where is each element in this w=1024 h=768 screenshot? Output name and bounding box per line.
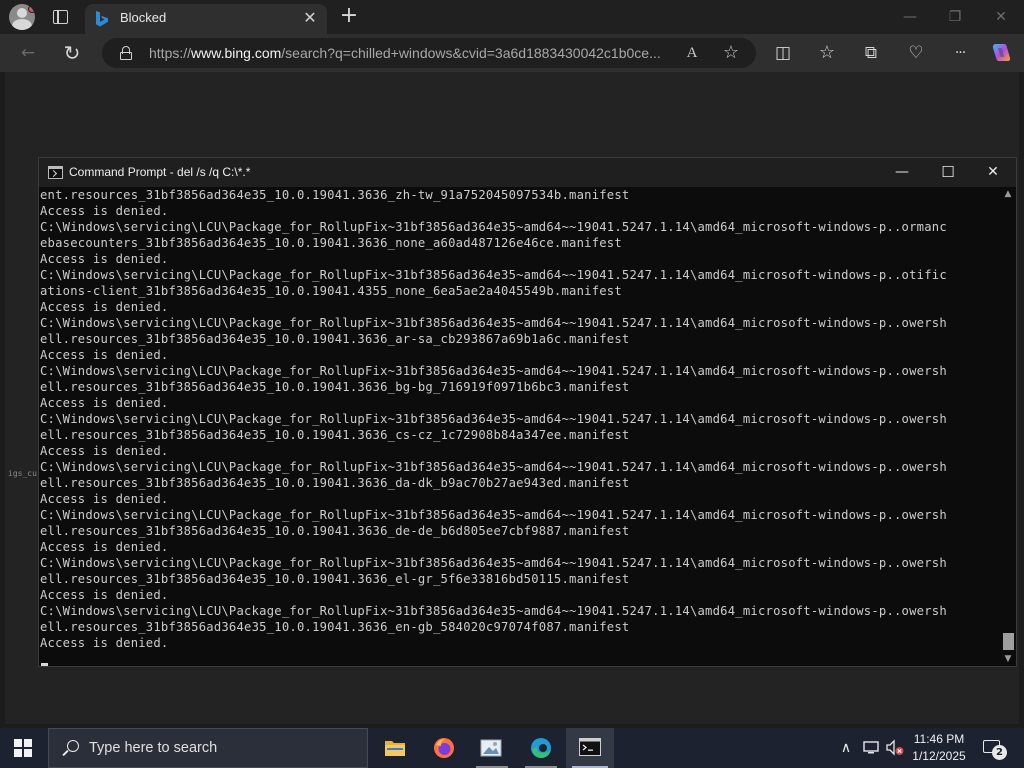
notification-count-badge: 2: [992, 745, 1007, 760]
edge-icon: [531, 738, 551, 758]
cmd-output-line: Access is denied.: [40, 444, 169, 458]
url-text[interactable]: https://www.bing.com/search?q=chilled+wi…: [149, 45, 669, 61]
cmd-output-line: Access is denied.: [40, 492, 169, 506]
cmd-icon: [48, 166, 63, 179]
new-tab-button[interactable]: +: [338, 5, 360, 28]
folder-icon: [385, 741, 405, 756]
cmd-output-line: Access is denied.: [40, 348, 169, 362]
taskbar-file-explorer[interactable]: [371, 728, 419, 768]
window-restore-button[interactable]: ❐: [941, 5, 969, 29]
tab-blocked[interactable]: Blocked ✕: [85, 4, 327, 34]
cmd-output-line: C:\Windows\servicing\LCU\Package_for_Rol…: [40, 508, 947, 522]
url-host: www.bing.com: [191, 45, 282, 61]
favorites-icon[interactable]: ☆: [816, 42, 838, 64]
lock-icon[interactable]: [120, 46, 132, 60]
cmd-output-line: C:\Windows\servicing\LCU\Package_for_Rol…: [40, 268, 947, 282]
taskbar-command-prompt[interactable]: [566, 728, 614, 768]
text-cursor: [41, 663, 48, 666]
cmd-output-line: C:\Windows\servicing\LCU\Package_for_Rol…: [40, 316, 947, 330]
url-prefix: https://: [149, 45, 192, 61]
more-options-icon[interactable]: ···: [949, 42, 971, 64]
window-minimize-button[interactable]: —: [896, 5, 924, 29]
cmd-output-line: Access is denied.: [40, 252, 169, 266]
cmd-output-line: ell.resources_31bf3856ad364e35_10.0.1904…: [40, 428, 630, 442]
cmd-output-line: ell.resources_31bf3856ad364e35_10.0.1904…: [40, 572, 630, 586]
cmd-output-line: C:\Windows\servicing\LCU\Package_for_Rol…: [40, 220, 947, 234]
scroll-up-icon[interactable]: ▲: [1000, 187, 1016, 201]
bing-icon: [96, 11, 108, 27]
command-prompt-window[interactable]: Command Prompt - del /s /q C:\*.* — ☐ ✕ …: [38, 157, 1017, 667]
profile-avatar[interactable]: [9, 4, 35, 30]
split-screen-icon[interactable]: ◫: [772, 42, 794, 64]
cmd-output-line: ell.resources_31bf3856ad364e35_10.0.1904…: [40, 620, 630, 634]
taskbar-search-box[interactable]: Type here to search: [48, 728, 368, 768]
cmd-title: Command Prompt - del /s /q C:\*.*: [69, 165, 251, 179]
show-hidden-icons-chevron[interactable]: ∧: [838, 740, 854, 756]
browser-titlebar: Blocked ✕ + — ❐ ✕: [0, 0, 1024, 34]
cmd-output-line: C:\Windows\servicing\LCU\Package_for_Rol…: [40, 460, 947, 474]
clock-time: 11:46 PM: [913, 732, 965, 746]
cmd-output-line: Access is denied.: [40, 300, 169, 314]
cmd-output[interactable]: ent.resources_31bf3856ad364e35_10.0.1904…: [39, 187, 1000, 666]
refresh-icon[interactable]: ↻: [61, 42, 83, 64]
cmd-output-line: Access is denied.: [40, 636, 169, 650]
profile-status-dot: [28, 5, 35, 13]
cmd-output-line: ell.resources_31bf3856ad364e35_10.0.1904…: [40, 476, 630, 490]
taskbar: Type here to search ∧ 11:46 PM 1/12/2025…: [0, 728, 1024, 768]
copilot-icon[interactable]: [990, 42, 1012, 64]
cmd-output-line: Access is denied.: [40, 204, 169, 218]
cmd-output-line: ell.resources_31bf3856ad364e35_10.0.1904…: [40, 380, 630, 394]
cmd-titlebar[interactable]: Command Prompt - del /s /q C:\*.* — ☐ ✕: [39, 158, 1016, 187]
tab-close-icon[interactable]: ✕: [301, 9, 319, 27]
cmd-output-line: C:\Windows\servicing\LCU\Package_for_Rol…: [40, 412, 947, 426]
scroll-down-icon[interactable]: ▼: [1000, 652, 1016, 666]
browser-toolbar: ← ↻ https://www.bing.com/search?q=chille…: [0, 34, 1024, 72]
photos-app-icon: [480, 739, 502, 757]
cmd-output-line: ell.resources_31bf3856ad364e35_10.0.1904…: [40, 524, 630, 538]
tab-title: Blocked: [120, 10, 167, 25]
search-icon: [61, 740, 79, 758]
collections-icon[interactable]: ⧉: [860, 42, 882, 64]
address-bar[interactable]: https://www.bing.com/search?q=chilled+wi…: [102, 38, 756, 68]
network-icon[interactable]: [862, 740, 880, 756]
cmd-output-line: ebasecounters_31bf3856ad364e35_10.0.1904…: [40, 236, 622, 250]
notification-center-icon[interactable]: 2: [983, 739, 1007, 760]
taskbar-photos[interactable]: [468, 728, 516, 768]
cmd-output-line: C:\Windows\servicing\LCU\Package_for_Rol…: [40, 556, 947, 570]
command-prompt-icon: [579, 738, 601, 756]
cmd-minimize-button[interactable]: —: [879, 158, 925, 187]
url-path: /search?q=chilled+windows&cvid=3a6d18834…: [281, 45, 661, 61]
system-clock[interactable]: 11:46 PM 1/12/2025: [896, 731, 982, 765]
clock-date: 1/12/2025: [912, 749, 966, 763]
read-aloud-icon[interactable]: A: [682, 43, 702, 63]
cmd-output-line: C:\Windows\servicing\LCU\Package_for_Rol…: [40, 364, 947, 378]
window-close-button[interactable]: ✕: [987, 5, 1015, 29]
cmd-output-line: C:\Windows\servicing\LCU\Package_for_Rol…: [40, 604, 947, 618]
favorite-star-icon[interactable]: ☆: [721, 43, 741, 63]
scroll-thumb[interactable]: [1003, 633, 1014, 650]
performance-icon[interactable]: ♡: [905, 42, 927, 64]
cmd-output-line: ent.resources_31bf3856ad364e35_10.0.1904…: [40, 188, 630, 202]
cmd-output-line: ations-client_31bf3856ad364e35_10.0.1904…: [40, 284, 622, 298]
windows-start-icon[interactable]: [14, 739, 32, 757]
tab-actions-icon[interactable]: [53, 10, 68, 24]
search-placeholder: Type here to search: [89, 740, 218, 756]
page-text-fragment: igs_cu: [8, 469, 37, 478]
back-icon[interactable]: ←: [17, 42, 39, 64]
taskbar-firefox[interactable]: [420, 728, 468, 768]
cmd-output-line: Access is denied.: [40, 396, 169, 410]
firefox-icon: [434, 738, 454, 758]
cmd-scrollbar[interactable]: ▲ ▼: [1000, 187, 1016, 666]
cmd-output-line: Access is denied.: [40, 588, 169, 602]
cmd-maximize-button[interactable]: ☐: [925, 158, 971, 187]
taskbar-edge[interactable]: [517, 728, 565, 768]
cmd-output-line: ell.resources_31bf3856ad364e35_10.0.1904…: [40, 332, 630, 346]
cmd-output-line: Access is denied.: [40, 540, 169, 554]
cmd-close-button[interactable]: ✕: [970, 158, 1016, 187]
